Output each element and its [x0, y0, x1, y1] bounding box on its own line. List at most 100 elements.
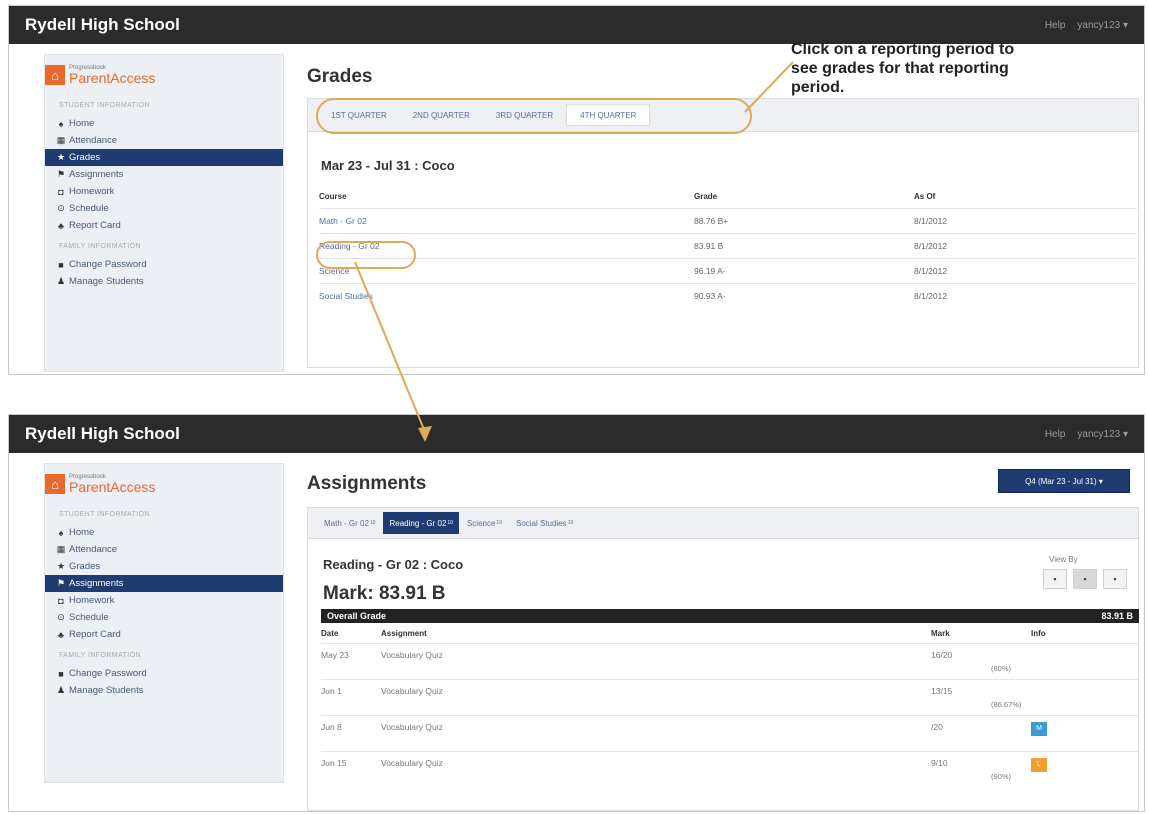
view-by-label: View By	[1049, 555, 1078, 564]
user-menu[interactable]: yancy123 ▾	[1077, 429, 1128, 440]
view-detail-button[interactable]: ▪	[1103, 569, 1127, 589]
tab-math[interactable]: Math - Gr 02 10	[318, 512, 381, 534]
sidebar-item-report-card[interactable]: ♣ Report Card	[45, 217, 283, 234]
table-row: Social Studies 90.93 A- 8/1/2012	[319, 282, 1137, 308]
quarter-tabs-highlight	[316, 98, 752, 134]
col-grade: Grade	[694, 192, 718, 202]
parentaccess-logo: ⌂ Progressbook ParentAccess	[45, 59, 283, 99]
school-name: Rydell High School	[25, 15, 180, 34]
tab-reading[interactable]: Reading - Gr 02 10	[383, 512, 459, 534]
overall-grade-label: Overall Grade	[327, 611, 387, 621]
schedule-icon: ⊙	[57, 203, 65, 213]
sidebar-item-assignments[interactable]: ⚑ Assignments	[45, 166, 283, 183]
user-icon: ♟	[56, 276, 66, 286]
logo-icon: ⌂	[45, 474, 65, 494]
grades-table: Course Grade As Of Math - Gr 02 88.76 B+…	[319, 186, 1137, 308]
sidebar-item-homework[interactable]: ◘ Homework	[45, 183, 283, 200]
grade-cell: 96.19 A-	[694, 257, 914, 283]
logo-icon: ⌂	[45, 65, 65, 85]
user-icon: ♟	[56, 685, 66, 695]
sidebar-item-report-card[interactable]: ♣ Report Card	[45, 626, 283, 643]
grade-cell: 88.76 B+	[694, 207, 914, 233]
school-name: Rydell High School	[25, 424, 180, 443]
tab-social-studies[interactable]: Social Studies 10	[510, 512, 579, 534]
late-badge[interactable]: L	[1031, 757, 1047, 772]
table-header-row: Course Grade As Of	[319, 186, 1137, 208]
sidebar-item-home[interactable]: ♠ Home	[45, 524, 283, 541]
family-section-title: FAMILY INFORMATION	[59, 243, 141, 250]
sidebar-item-manage-students[interactable]: ♟ Manage Students	[45, 273, 283, 290]
user-menu[interactable]: yancy123 ▾	[1077, 20, 1128, 31]
view-list-button[interactable]: ▪	[1043, 569, 1067, 589]
logo-big-text: ParentAccess	[69, 479, 156, 495]
parentaccess-logo: ⌂ Progressbook ParentAccess	[45, 468, 283, 508]
col-mark: Mark	[931, 629, 950, 639]
col-info: Info	[1031, 629, 1046, 639]
col-assignment: Assignment	[381, 629, 427, 639]
sidebar-item-change-password[interactable]: ■ Change Password	[45, 665, 283, 682]
info-cell: M	[1031, 714, 1139, 751]
quarter-dropdown-button[interactable]: Q4 (Mar 23 - Jul 31) ▾	[998, 469, 1130, 493]
mark-cell: /20	[931, 714, 1031, 751]
help-link[interactable]: Help	[1045, 20, 1066, 31]
overall-grade-bar: Overall Grade 83.91 B	[321, 609, 1139, 623]
info-cell	[1031, 642, 1139, 679]
sidebar-item-change-password[interactable]: ■ Change Password	[45, 256, 283, 273]
student-section-title: STUDENT INFORMATION	[59, 511, 150, 518]
attendance-icon: ▦	[56, 544, 66, 554]
sidebar-item-grades[interactable]: ★ Grades	[45, 149, 283, 166]
grade-cell: 90.93 A-	[694, 282, 914, 308]
course-link[interactable]: Math - Gr 02	[319, 207, 694, 233]
info-cell	[1031, 678, 1139, 715]
as-of-cell: 8/1/2012	[914, 232, 1137, 258]
date-cell: May 23	[321, 642, 381, 679]
table-row: May 23 Vocabulary Quiz 16/20 (80%)	[321, 642, 1139, 679]
course-link[interactable]: Social Studies	[319, 282, 694, 308]
tab-science[interactable]: Science 10	[461, 512, 508, 534]
home-icon: ♠	[58, 527, 64, 538]
as-of-cell: 8/1/2012	[914, 257, 1137, 283]
assignment-cell[interactable]: Vocabulary Quiz	[381, 678, 931, 715]
sidebar: ⌂ Progressbook ParentAccess STUDENT INFO…	[44, 54, 284, 372]
missing-badge[interactable]: M	[1031, 721, 1047, 736]
info-cell: L	[1031, 750, 1139, 787]
assignments-table: Date Assignment Mark Info May 23 Vocabul…	[321, 625, 1139, 787]
sidebar-item-schedule[interactable]: ⊙ Schedule	[45, 609, 283, 626]
table-header-row: Date Assignment Mark Info	[321, 625, 1139, 643]
assignment-cell[interactable]: Vocabulary Quiz	[381, 642, 931, 679]
sidebar-item-attendance[interactable]: ▦ Attendance	[45, 541, 283, 558]
assignment-cell[interactable]: Vocabulary Quiz	[381, 750, 931, 787]
sidebar-item-homework[interactable]: ◘ Homework	[45, 592, 283, 609]
sidebar-item-home[interactable]: ♠ Home	[45, 115, 283, 132]
assignments-screenshot: Rydell High School Help yancy123 ▾ ⌂ Pro…	[8, 414, 1145, 812]
family-section-title: FAMILY INFORMATION	[59, 652, 141, 659]
sidebar-item-assignments[interactable]: ⚑ Assignments	[45, 575, 283, 592]
help-link[interactable]: Help	[1045, 429, 1066, 440]
period-heading: Mar 23 - Jul 31 : Coco	[321, 158, 455, 173]
date-cell: Jun 15	[321, 750, 381, 787]
table-row: Math - Gr 02 88.76 B+ 8/1/2012	[319, 207, 1137, 233]
table-row: Jun 1 Vocabulary Quiz 13/15 (86.67%)	[321, 678, 1139, 715]
homework-icon: ◘	[58, 186, 64, 197]
homework-icon: ◘	[58, 595, 64, 606]
table-row: Science 96.19 A- 8/1/2012	[319, 257, 1137, 283]
sidebar-item-schedule[interactable]: ⊙ Schedule	[45, 200, 283, 217]
lock-icon: ■	[58, 259, 64, 270]
sidebar-item-attendance[interactable]: ▦ Attendance	[45, 132, 283, 149]
table-row: Reading - Gr 02 83.91 B 8/1/2012	[319, 232, 1137, 258]
as-of-cell: 8/1/2012	[914, 207, 1137, 233]
overall-grade-value: 83.91 B	[1101, 611, 1133, 621]
schedule-icon: ⊙	[57, 612, 65, 622]
date-cell: Jun 8	[321, 714, 381, 751]
date-cell: Jun 1	[321, 678, 381, 715]
view-grid-button[interactable]: ▪	[1073, 569, 1097, 589]
grades-icon: ★	[56, 152, 66, 162]
top-navbar: Rydell High School Help yancy123 ▾	[9, 415, 1144, 453]
attendance-icon: ▦	[56, 135, 66, 145]
sidebar-item-manage-students[interactable]: ♟ Manage Students	[45, 682, 283, 699]
mark-cell: 9/10 (90%)	[931, 750, 1031, 787]
course-tabs: Math - Gr 02 10 Reading - Gr 02 10 Science…	[307, 507, 1139, 539]
assignment-cell[interactable]: Vocabulary Quiz	[381, 714, 931, 751]
assignments-icon: ⚑	[56, 169, 66, 179]
sidebar-item-grades[interactable]: ★ Grades	[45, 558, 283, 575]
